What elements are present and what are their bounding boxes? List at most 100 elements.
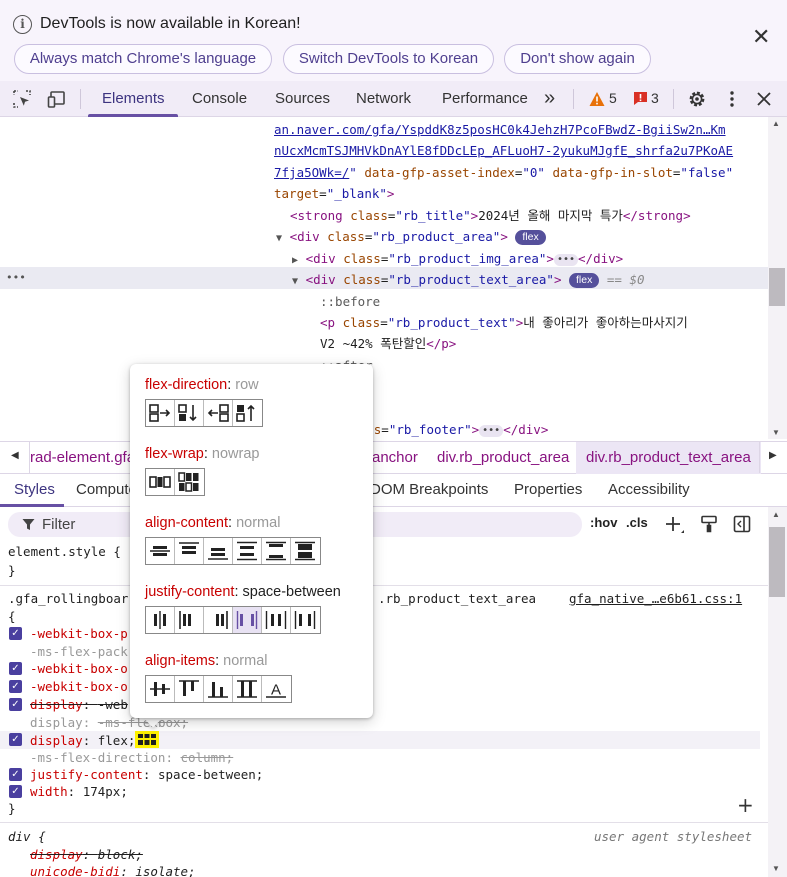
style-property-overridden[interactable]: display: -web	[30, 696, 128, 714]
property-value[interactable]: column;	[181, 750, 234, 765]
errors-count[interactable]: 3	[651, 81, 659, 116]
property-name[interactable]: -webkit-box-o	[30, 679, 128, 694]
target-line[interactable]: target="_blank">	[274, 183, 394, 205]
scroll-down-icon[interactable]: ▼	[772, 864, 780, 873]
breadcrumb-item[interactable]: div.rb_product_area	[437, 442, 569, 474]
text-area-node[interactable]: ▼ <div class="rb_product_text_area"> fle…	[292, 269, 645, 293]
ua-rule-selector[interactable]: div {	[8, 828, 46, 846]
align-content-space-between-button[interactable]	[262, 538, 291, 564]
property-checkbox[interactable]: ✓	[9, 785, 22, 798]
property-name[interactable]: justify-content	[30, 767, 143, 782]
tab-network[interactable]: Network	[356, 81, 411, 116]
more-options-icon[interactable]	[722, 89, 742, 109]
property-value[interactable]: space-between;	[158, 767, 263, 782]
tab-elements[interactable]: Elements	[102, 81, 165, 116]
justify-content-space-around-button[interactable]	[262, 607, 291, 633]
error-icon[interactable]	[633, 91, 648, 106]
element-state-paint-icon[interactable]	[700, 515, 718, 533]
collapsed-content-icon[interactable]: •••	[553, 254, 579, 266]
property-value[interactable]: -web	[98, 697, 128, 712]
ua-property[interactable]: unicode-bidi: isolate;	[30, 863, 196, 877]
breadcrumb-item[interactable]: anchor	[372, 442, 418, 474]
property-checkbox[interactable]: ✓	[9, 733, 22, 746]
collapsed-triangle-icon[interactable]: ▶	[292, 255, 298, 266]
property-name[interactable]: -webkit-box-o	[30, 661, 128, 676]
row-menu-dots-icon[interactable]: •••	[6, 267, 26, 289]
property-checkbox[interactable]: ✓	[9, 680, 22, 693]
href-line-1[interactable]: an.naver.com/gfa/YspddK8z5posHC0k4JehzH7…	[274, 119, 726, 141]
p-node[interactable]: <p class="rb_product_text">내 좋아리가 좋아하는마사…	[320, 312, 688, 334]
product-area-node[interactable]: ▼ <div class="rb_product_area"> flex	[276, 226, 546, 250]
tab-accessibility[interactable]: Accessibility	[608, 474, 690, 506]
breadcrumb-scroll-right[interactable]: ▶	[759, 442, 787, 473]
collapsed-content-icon[interactable]: •••	[479, 425, 504, 437]
align-content-center-button[interactable]	[146, 538, 175, 564]
align-content-end-button[interactable]	[204, 538, 233, 564]
tab-dom-breakpoints[interactable]: DOM Breakpoints	[370, 474, 488, 506]
style-property[interactable]: -ms-flex-pack	[30, 643, 128, 661]
toggle-sidebar-icon[interactable]	[733, 515, 751, 533]
chevron-right-icon[interactable]: ▶	[769, 450, 777, 461]
hover-state-toggle[interactable]: :hov	[590, 515, 617, 530]
style-property[interactable]: -webkit-box-o	[30, 678, 128, 696]
align-content-start-button[interactable]	[175, 538, 204, 564]
flex-badge[interactable]: flex	[515, 230, 546, 245]
href-link[interactable]: nUcxMcmTSJMHVkDnAYlE8fDDcLEp_AFLuoH7-2yu…	[274, 143, 733, 158]
more-tabs-icon[interactable]: »	[544, 81, 555, 116]
before-pseudo[interactable]: ::before	[320, 291, 380, 313]
switch-to-korean-button[interactable]: Switch DevTools to Korean	[283, 44, 494, 74]
style-property-overridden[interactable]: -ms-flex-direction: column;	[30, 749, 233, 767]
warning-icon[interactable]	[589, 91, 605, 107]
breadcrumb-item[interactable]: rad-element.gfa	[30, 442, 135, 474]
flex-direction-column-reverse-button[interactable]	[233, 400, 262, 426]
property-name[interactable]: -ms-flex-direction	[30, 750, 165, 765]
justify-content-end-button[interactable]	[204, 607, 233, 633]
justify-content-space-evenly-button[interactable]	[291, 607, 320, 633]
property-name[interactable]: display	[30, 697, 83, 712]
style-property-display[interactable]: display: flex;	[30, 731, 160, 750]
breadcrumb-scroll-left[interactable]: ◀	[0, 442, 30, 473]
property-checkbox[interactable]: ✓	[9, 768, 22, 781]
align-items-center-button[interactable]	[146, 676, 175, 702]
rule-selector[interactable]: .gfa_rollingboar	[8, 590, 128, 608]
style-property[interactable]: -webkit-box-p	[30, 625, 128, 643]
flex-wrap-nowrap-button[interactable]	[146, 469, 175, 495]
inspect-element-icon[interactable]	[12, 89, 32, 109]
align-content-stretch-button[interactable]	[291, 538, 320, 564]
dont-show-again-button[interactable]: Don't show again	[504, 44, 651, 74]
scroll-up-icon[interactable]: ▲	[772, 119, 780, 128]
rule-source-link[interactable]: gfa_native_…e6b61.css:1	[569, 590, 742, 608]
property-name[interactable]: display	[30, 733, 83, 748]
flex-direction-row-reverse-button[interactable]	[204, 400, 233, 426]
add-property-icon[interactable]: +	[737, 795, 754, 815]
tab-console[interactable]: Console	[192, 81, 247, 116]
property-name[interactable]: -ms-flex-pack	[30, 644, 128, 659]
img-area-node[interactable]: ▶ <div class="rb_product_img_area"> ••• </…	[292, 248, 623, 272]
property-name[interactable]: width	[30, 784, 68, 799]
align-content-space-around-button[interactable]	[233, 538, 262, 564]
close-devtools-icon[interactable]	[754, 89, 774, 109]
style-property[interactable]: -webkit-box-o	[30, 660, 128, 678]
new-style-rule-icon[interactable]	[664, 515, 686, 535]
scroll-up-icon[interactable]: ▲	[772, 510, 780, 519]
p-node-continued[interactable]: V2 ~42% 폭탄할인</p>	[320, 333, 456, 355]
rule-selector-tail[interactable]: .rb_product_text_area	[378, 590, 536, 608]
href-link[interactable]: 7fja5OWk=/	[274, 165, 349, 180]
property-name[interactable]: display	[30, 715, 83, 730]
align-items-stretch-button[interactable]	[233, 676, 262, 702]
styles-scrollbar-thumb[interactable]	[769, 527, 785, 597]
element-style-selector[interactable]: element.style {	[8, 543, 121, 561]
elements-tree[interactable]: an.naver.com/gfa/YspddK8z5posHC0k4JehzH7…	[0, 117, 768, 439]
style-property[interactable]: justify-content: space-between;	[30, 766, 263, 784]
justify-content-start-button[interactable]	[175, 607, 204, 633]
elements-scrollbar-thumb[interactable]	[769, 268, 785, 306]
tab-sources[interactable]: Sources	[275, 81, 330, 116]
href-line-3[interactable]: 7fja5OWk=/" data-gfp-asset-index="0" dat…	[274, 162, 733, 184]
device-toolbar-icon[interactable]	[47, 89, 67, 109]
warnings-count[interactable]: 5	[609, 81, 617, 116]
flex-wrap-wrap-button[interactable]	[175, 469, 204, 495]
href-link[interactable]: an.naver.com/gfa/YspddK8z5posHC0k4JehzH7…	[274, 122, 726, 137]
justify-content-space-between-button[interactable]	[233, 607, 262, 633]
settings-gear-icon[interactable]	[687, 89, 707, 109]
align-items-start-button[interactable]	[175, 676, 204, 702]
